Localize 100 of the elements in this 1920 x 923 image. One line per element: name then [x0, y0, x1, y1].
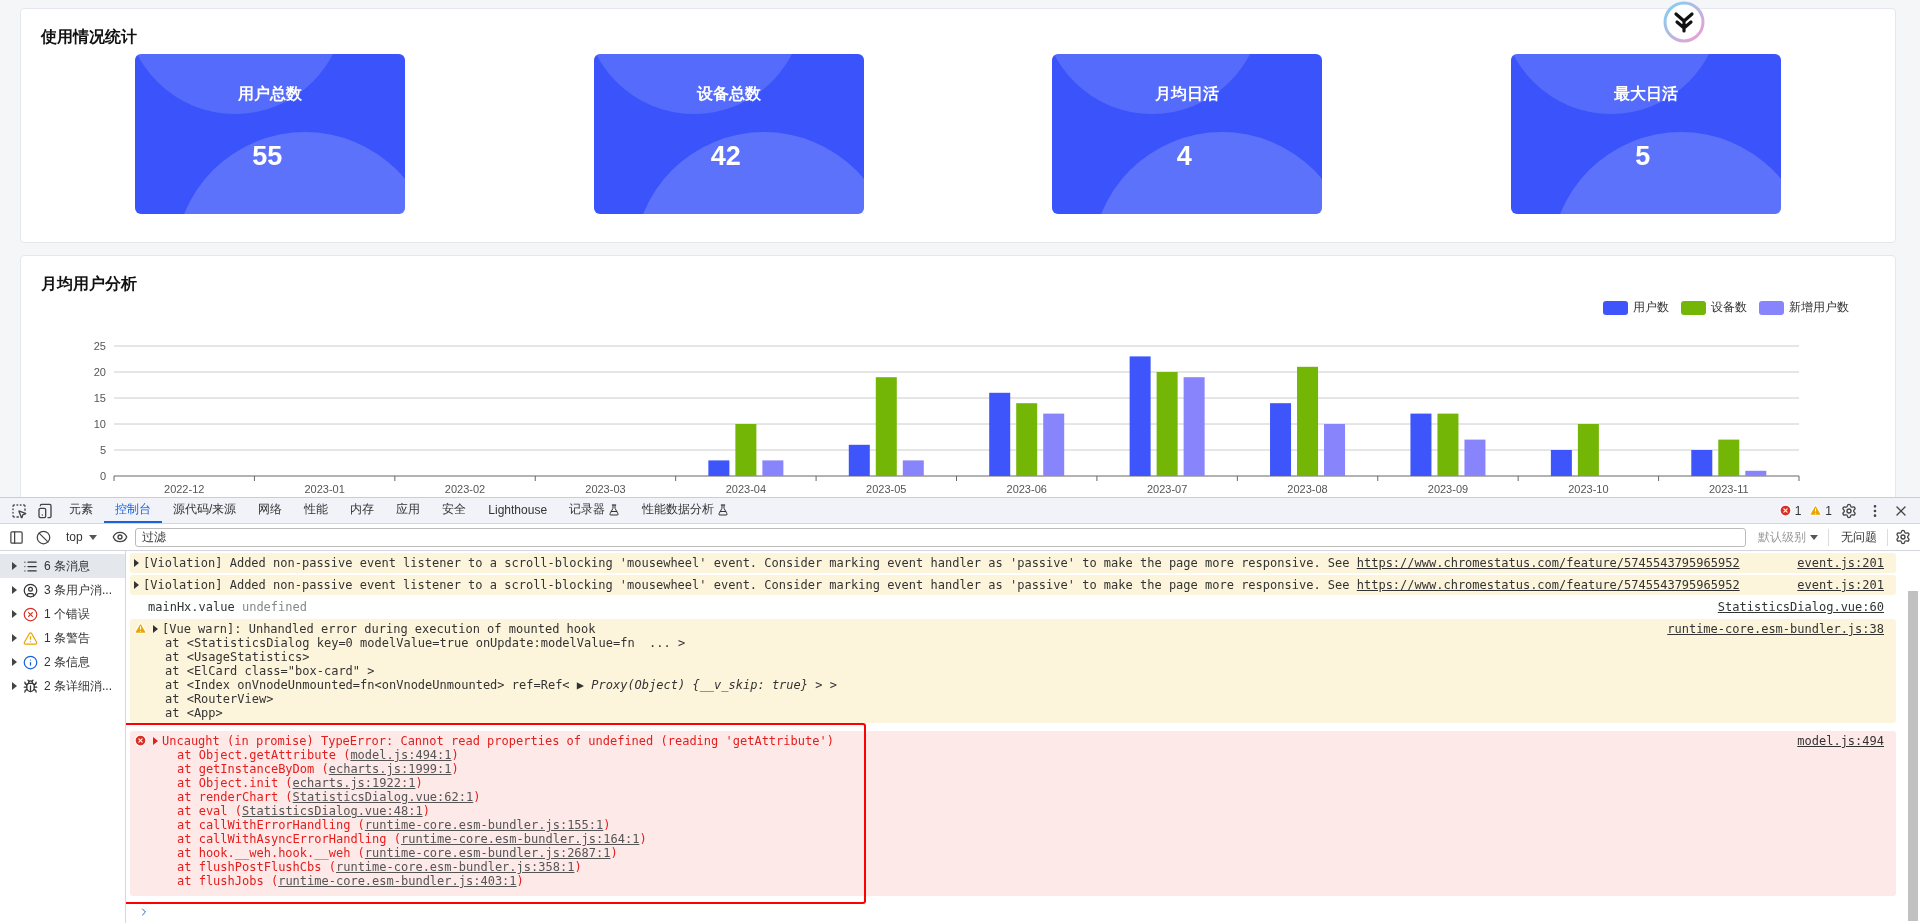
info-icon	[23, 654, 38, 670]
expand-icon[interactable]	[134, 581, 139, 589]
bar	[1324, 424, 1346, 476]
axis-label: 2023-06	[1006, 483, 1047, 495]
stack-frame-end: )	[415, 776, 423, 790]
stat-label: 月均日活	[1155, 84, 1220, 104]
tab[interactable]: 性能数据分析	[631, 498, 741, 523]
context-dropdown[interactable]: top	[58, 530, 105, 544]
link[interactable]: https://www.chromestatus.com/feature/5745543795965952	[1356, 578, 1740, 592]
stack-frame-end: )	[639, 832, 647, 846]
stack-frame: at eval (	[177, 804, 243, 818]
frame-link[interactable]: StatisticsDialog.vue:48:1	[242, 804, 423, 818]
frame-link[interactable]: model.js:494:1	[350, 748, 452, 762]
stack-frame: at callWithErrorHandling (	[177, 818, 365, 832]
axis-label: 25	[93, 340, 106, 352]
warning-icon	[134, 622, 147, 635]
stack-line: at <Index onVnodeUnmounted=fn<onVnodeUnmounted> ref=Ref< ▶ Proxy(Object) {__v_skip: true} > >	[164, 678, 838, 692]
tab[interactable]: 性能	[293, 498, 340, 523]
sidebar-item[interactable]: 2 条详细消...	[0, 674, 125, 698]
stack-frame: at Object.init (	[177, 776, 293, 790]
frame-link[interactable]: echarts.js:1999:1	[328, 762, 452, 776]
error-count[interactable]: 1	[1774, 498, 1806, 523]
stat-value: 55	[252, 141, 283, 172]
error-icon	[1778, 504, 1792, 517]
stack-frame-end: )	[451, 748, 459, 762]
axis-label: 15	[93, 392, 106, 404]
tab[interactable]: Lighthouse	[477, 498, 559, 523]
tab[interactable]: 源代码/来源	[162, 498, 248, 523]
warning-count[interactable]: 1	[1805, 498, 1836, 523]
warning-icon	[1809, 504, 1823, 517]
link[interactable]: https://www.chromestatus.com/feature/5745543795965952	[1356, 556, 1740, 570]
bar	[1577, 424, 1599, 476]
sidebar-item[interactable]: 3 条用户消...	[0, 578, 125, 602]
tab[interactable]: 网络	[247, 498, 294, 523]
axis-label: 2022-12	[164, 483, 205, 495]
filter-field[interactable]: 过滤	[134, 527, 1746, 547]
tab[interactable]: 安全	[431, 498, 478, 523]
warning-icon	[23, 630, 38, 646]
card-title: 使用情况统计	[41, 27, 138, 47]
message-text: Uncaught (in promise) TypeError: Cannot read properties of undefined (reading 'getAttribute')	[162, 734, 834, 748]
axis-label: 0	[99, 470, 106, 482]
legend-label: 用户数	[1633, 299, 1669, 316]
axis-label: 2023-05	[866, 483, 907, 495]
stack-frame: at hook.__weh.hook.__weh (	[177, 846, 365, 860]
expand-icon[interactable]	[134, 559, 139, 567]
sidebar-item[interactable]: 1 条警告	[0, 626, 125, 650]
source-link[interactable]: StatisticsDialog.vue:60	[1717, 600, 1884, 614]
bar	[1043, 413, 1065, 476]
legend-swatch[interactable]	[1603, 300, 1628, 315]
frame-link[interactable]: runtime-core.esm-bundler.js:358:1	[335, 860, 575, 874]
stat-label: 最大日活	[1613, 84, 1678, 104]
tab[interactable]: 记录器	[558, 498, 632, 523]
stack-frame: at renderChart (	[177, 790, 293, 804]
source-link[interactable]: runtime-core.esm-bundler.js:38	[1667, 622, 1884, 636]
stack-frame: at callWithAsyncErrorHandling (	[177, 832, 401, 846]
sidebar-item[interactable]: 2 条信息	[0, 650, 125, 674]
legend-swatch[interactable]	[1681, 300, 1706, 315]
flask-icon	[717, 503, 730, 516]
stack-frame: at Object.getAttribute (	[177, 748, 351, 762]
tab[interactable]: 控制台	[104, 498, 162, 523]
axis-label: 2023-02	[444, 483, 486, 495]
issues-button[interactable]: 无问题	[1831, 528, 1888, 546]
sidebar-item[interactable]: 6 条消息	[0, 554, 125, 578]
error-icon	[23, 606, 38, 622]
bar	[1745, 470, 1767, 476]
axis-label: 2023-10	[1568, 483, 1609, 495]
stat-value: 42	[710, 141, 741, 172]
source-link[interactable]: event.js:201	[1797, 556, 1884, 570]
tab[interactable]: 元素	[58, 498, 104, 523]
sidebar-item[interactable]: 1 个错误	[0, 602, 125, 626]
stat-label: 设备总数	[696, 84, 761, 104]
frame-link[interactable]: runtime-core.esm-bundler.js:164:1	[400, 832, 640, 846]
bar	[1410, 413, 1432, 476]
frame-link[interactable]: runtime-core.esm-bundler.js:403:1	[278, 874, 517, 888]
axis-label: 2023-09	[1427, 483, 1469, 495]
frame-link[interactable]: StatisticsDialog.vue:62:1	[292, 790, 474, 804]
message-text: [Violation] Added non-passive event listener to a scroll-blocking 'mousewheel' event. Consider marking event handler as 'passive' to make the page more responsive. See	[143, 556, 1350, 570]
source-link[interactable]: event.js:201	[1797, 578, 1884, 592]
stack-frame-end: )	[451, 762, 459, 776]
stack-frame-end: )	[422, 804, 430, 818]
tab[interactable]: 应用	[385, 498, 432, 523]
source-link[interactable]: model.js:494	[1797, 734, 1884, 748]
axis-label: 5	[99, 444, 106, 456]
axis-label: 2023-03	[585, 483, 626, 495]
bar	[735, 424, 757, 476]
frame-link[interactable]: runtime-core.esm-bundler.js:2687:1	[364, 846, 611, 860]
legend-swatch[interactable]	[1759, 300, 1784, 315]
expand-icon[interactable]	[153, 625, 158, 633]
stack-line: at <RouterView>	[164, 692, 275, 706]
frame-link[interactable]: echarts.js:1922:1	[292, 776, 416, 790]
scrollbar[interactable]	[1908, 591, 1918, 921]
bug-icon	[23, 678, 38, 694]
tab[interactable]: 内存	[339, 498, 386, 523]
axis-label: 2023-07	[1146, 483, 1188, 495]
stack-frame-end: )	[574, 860, 582, 874]
frame-link[interactable]: runtime-core.esm-bundler.js:155:1	[364, 818, 604, 832]
message-text: mainHx.value	[148, 600, 235, 614]
stack-frame-end: )	[516, 874, 524, 888]
bar	[1691, 450, 1713, 476]
axis-label: 20	[93, 366, 106, 378]
